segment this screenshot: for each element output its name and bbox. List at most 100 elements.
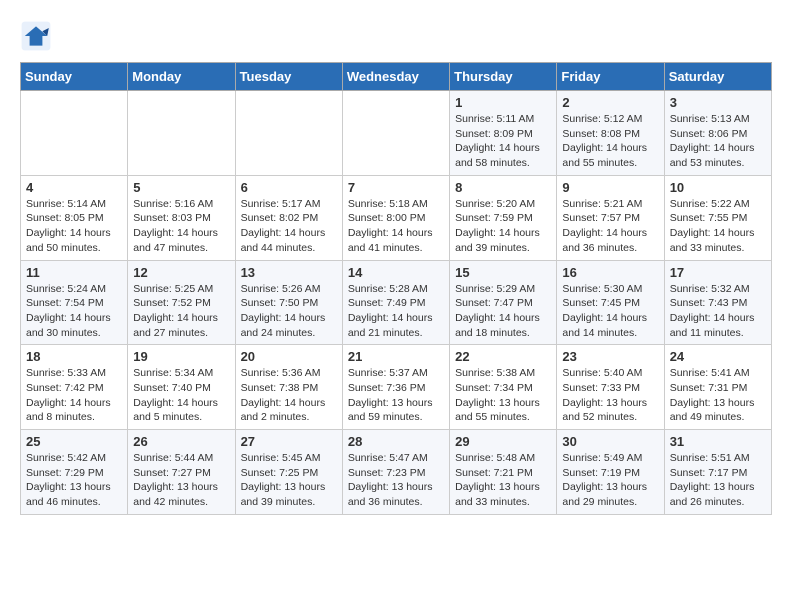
day-info: Sunrise: 5:40 AM Sunset: 7:33 PM Dayligh… xyxy=(562,366,658,425)
day-info: Sunrise: 5:17 AM Sunset: 8:02 PM Dayligh… xyxy=(241,197,337,256)
calendar-cell: 24 Sunrise: 5:41 AM Sunset: 7:31 PM Dayli… xyxy=(664,345,771,430)
calendar-cell: 2 Sunrise: 5:12 AM Sunset: 8:08 PM Daylig… xyxy=(557,91,664,176)
weekday-header-wednesday: Wednesday xyxy=(342,63,449,91)
day-number: 20 xyxy=(241,349,337,364)
day-info: Sunrise: 5:33 AM Sunset: 7:42 PM Dayligh… xyxy=(26,366,122,425)
day-info: Sunrise: 5:28 AM Sunset: 7:49 PM Dayligh… xyxy=(348,282,444,341)
day-number: 17 xyxy=(670,265,766,280)
day-info: Sunrise: 5:47 AM Sunset: 7:23 PM Dayligh… xyxy=(348,451,444,510)
calendar-cell: 20Sunrise: 5:36 AM Sunset: 7:38 PM Dayli… xyxy=(235,345,342,430)
calendar-cell: 27Sunrise: 5:45 AM Sunset: 7:25 PM Dayli… xyxy=(235,430,342,515)
calendar-cell: 17 Sunrise: 5:32 AM Sunset: 7:43 PM Dayli… xyxy=(664,260,771,345)
day-number: 11 xyxy=(26,265,122,280)
calendar-cell: 15Sunrise: 5:29 AM Sunset: 7:47 PM Dayli… xyxy=(450,260,557,345)
day-info: Sunrise: 5:20 AM Sunset: 7:59 PM Dayligh… xyxy=(455,197,551,256)
calendar-table: SundayMondayTuesdayWednesdayThursdayFrid… xyxy=(20,62,772,515)
calendar-cell: 1Sunrise: 5:11 AM Sunset: 8:09 PM Daylig… xyxy=(450,91,557,176)
calendar-body: 1Sunrise: 5:11 AM Sunset: 8:09 PM Daylig… xyxy=(21,91,772,515)
day-number: 2 xyxy=(562,95,658,110)
day-info: Sunrise: 5:21 AM Sunset: 7:57 PM Dayligh… xyxy=(562,197,658,256)
calendar-cell: 16Sunrise: 5:30 AM Sunset: 7:45 PM Dayli… xyxy=(557,260,664,345)
day-number: 26 xyxy=(133,434,229,449)
day-number: 3 xyxy=(670,95,766,110)
calendar-cell: 6 Sunrise: 5:17 AM Sunset: 8:02 PM Daylig… xyxy=(235,175,342,260)
day-number: 22 xyxy=(455,349,551,364)
calendar-cell: 28 Sunrise: 5:47 AM Sunset: 7:23 PM Dayli… xyxy=(342,430,449,515)
day-number: 30 xyxy=(562,434,658,449)
weekday-header-friday: Friday xyxy=(557,63,664,91)
day-info: Sunrise: 5:37 AM Sunset: 7:36 PM Dayligh… xyxy=(348,366,444,425)
day-info: Sunrise: 5:16 AM Sunset: 8:03 PM Dayligh… xyxy=(133,197,229,256)
calendar-cell: 9 Sunrise: 5:21 AM Sunset: 7:57 PM Daylig… xyxy=(557,175,664,260)
day-info: Sunrise: 5:22 AM Sunset: 7:55 PM Dayligh… xyxy=(670,197,766,256)
calendar-cell: 19 Sunrise: 5:34 AM Sunset: 7:40 PM Dayli… xyxy=(128,345,235,430)
day-info: Sunrise: 5:34 AM Sunset: 7:40 PM Dayligh… xyxy=(133,366,229,425)
day-number: 25 xyxy=(26,434,122,449)
day-info: Sunrise: 5:32 AM Sunset: 7:43 PM Dayligh… xyxy=(670,282,766,341)
day-info: Sunrise: 5:11 AM Sunset: 8:09 PM Dayligh… xyxy=(455,112,551,171)
calendar-week-5: 25 Sunrise: 5:42 AM Sunset: 7:29 PM Dayli… xyxy=(21,430,772,515)
day-info: Sunrise: 5:48 AM Sunset: 7:21 PM Dayligh… xyxy=(455,451,551,510)
day-number: 28 xyxy=(348,434,444,449)
calendar-cell: 3 Sunrise: 5:13 AM Sunset: 8:06 PM Daylig… xyxy=(664,91,771,176)
day-info: Sunrise: 5:38 AM Sunset: 7:34 PM Dayligh… xyxy=(455,366,551,425)
day-number: 19 xyxy=(133,349,229,364)
day-number: 13 xyxy=(241,265,337,280)
weekday-row: SundayMondayTuesdayWednesdayThursdayFrid… xyxy=(21,63,772,91)
calendar-cell xyxy=(235,91,342,176)
day-number: 12 xyxy=(133,265,229,280)
calendar-cell xyxy=(342,91,449,176)
day-number: 8 xyxy=(455,180,551,195)
day-number: 5 xyxy=(133,180,229,195)
weekday-header-tuesday: Tuesday xyxy=(235,63,342,91)
calendar-cell: 4 Sunrise: 5:14 AM Sunset: 8:05 PM Daylig… xyxy=(21,175,128,260)
calendar-cell: 23 Sunrise: 5:40 AM Sunset: 7:33 PM Dayli… xyxy=(557,345,664,430)
calendar-cell: 13 Sunrise: 5:26 AM Sunset: 7:50 PM Dayli… xyxy=(235,260,342,345)
calendar-cell: 21Sunrise: 5:37 AM Sunset: 7:36 PM Dayli… xyxy=(342,345,449,430)
day-info: Sunrise: 5:51 AM Sunset: 7:17 PM Dayligh… xyxy=(670,451,766,510)
calendar-header: SundayMondayTuesdayWednesdayThursdayFrid… xyxy=(21,63,772,91)
calendar-cell xyxy=(21,91,128,176)
calendar-cell: 12 Sunrise: 5:25 AM Sunset: 7:52 PM Dayli… xyxy=(128,260,235,345)
weekday-header-thursday: Thursday xyxy=(450,63,557,91)
calendar-cell: 30 Sunrise: 5:49 AM Sunset: 7:19 PM Dayli… xyxy=(557,430,664,515)
calendar-cell: 14 Sunrise: 5:28 AM Sunset: 7:49 PM Dayli… xyxy=(342,260,449,345)
day-number: 6 xyxy=(241,180,337,195)
day-info: Sunrise: 5:24 AM Sunset: 7:54 PM Dayligh… xyxy=(26,282,122,341)
calendar-week-4: 18 Sunrise: 5:33 AM Sunset: 7:42 PM Dayli… xyxy=(21,345,772,430)
day-info: Sunrise: 5:13 AM Sunset: 8:06 PM Dayligh… xyxy=(670,112,766,171)
logo-icon xyxy=(20,20,52,52)
day-info: Sunrise: 5:29 AM Sunset: 7:47 PM Dayligh… xyxy=(455,282,551,341)
day-info: Sunrise: 5:42 AM Sunset: 7:29 PM Dayligh… xyxy=(26,451,122,510)
day-info: Sunrise: 5:49 AM Sunset: 7:19 PM Dayligh… xyxy=(562,451,658,510)
logo xyxy=(20,20,56,52)
day-info: Sunrise: 5:18 AM Sunset: 8:00 PM Dayligh… xyxy=(348,197,444,256)
day-info: Sunrise: 5:14 AM Sunset: 8:05 PM Dayligh… xyxy=(26,197,122,256)
calendar-cell: 25 Sunrise: 5:42 AM Sunset: 7:29 PM Dayli… xyxy=(21,430,128,515)
calendar-cell: 8 Sunrise: 5:20 AM Sunset: 7:59 PM Daylig… xyxy=(450,175,557,260)
calendar-cell: 31Sunrise: 5:51 AM Sunset: 7:17 PM Dayli… xyxy=(664,430,771,515)
weekday-header-saturday: Saturday xyxy=(664,63,771,91)
day-number: 23 xyxy=(562,349,658,364)
day-number: 9 xyxy=(562,180,658,195)
day-info: Sunrise: 5:41 AM Sunset: 7:31 PM Dayligh… xyxy=(670,366,766,425)
day-number: 18 xyxy=(26,349,122,364)
day-number: 29 xyxy=(455,434,551,449)
calendar-cell: 11 Sunrise: 5:24 AM Sunset: 7:54 PM Dayli… xyxy=(21,260,128,345)
day-number: 4 xyxy=(26,180,122,195)
day-info: Sunrise: 5:25 AM Sunset: 7:52 PM Dayligh… xyxy=(133,282,229,341)
calendar-cell: 22 Sunrise: 5:38 AM Sunset: 7:34 PM Dayli… xyxy=(450,345,557,430)
day-number: 10 xyxy=(670,180,766,195)
day-info: Sunrise: 5:12 AM Sunset: 8:08 PM Dayligh… xyxy=(562,112,658,171)
calendar-cell: 5 Sunrise: 5:16 AM Sunset: 8:03 PM Daylig… xyxy=(128,175,235,260)
day-number: 14 xyxy=(348,265,444,280)
day-number: 24 xyxy=(670,349,766,364)
day-info: Sunrise: 5:30 AM Sunset: 7:45 PM Dayligh… xyxy=(562,282,658,341)
calendar-cell: 29 Sunrise: 5:48 AM Sunset: 7:21 PM Dayli… xyxy=(450,430,557,515)
weekday-header-sunday: Sunday xyxy=(21,63,128,91)
day-info: Sunrise: 5:26 AM Sunset: 7:50 PM Dayligh… xyxy=(241,282,337,341)
weekday-header-monday: Monday xyxy=(128,63,235,91)
calendar-week-1: 1Sunrise: 5:11 AM Sunset: 8:09 PM Daylig… xyxy=(21,91,772,176)
day-number: 7 xyxy=(348,180,444,195)
calendar-cell: 7 Sunrise: 5:18 AM Sunset: 8:00 PM Daylig… xyxy=(342,175,449,260)
